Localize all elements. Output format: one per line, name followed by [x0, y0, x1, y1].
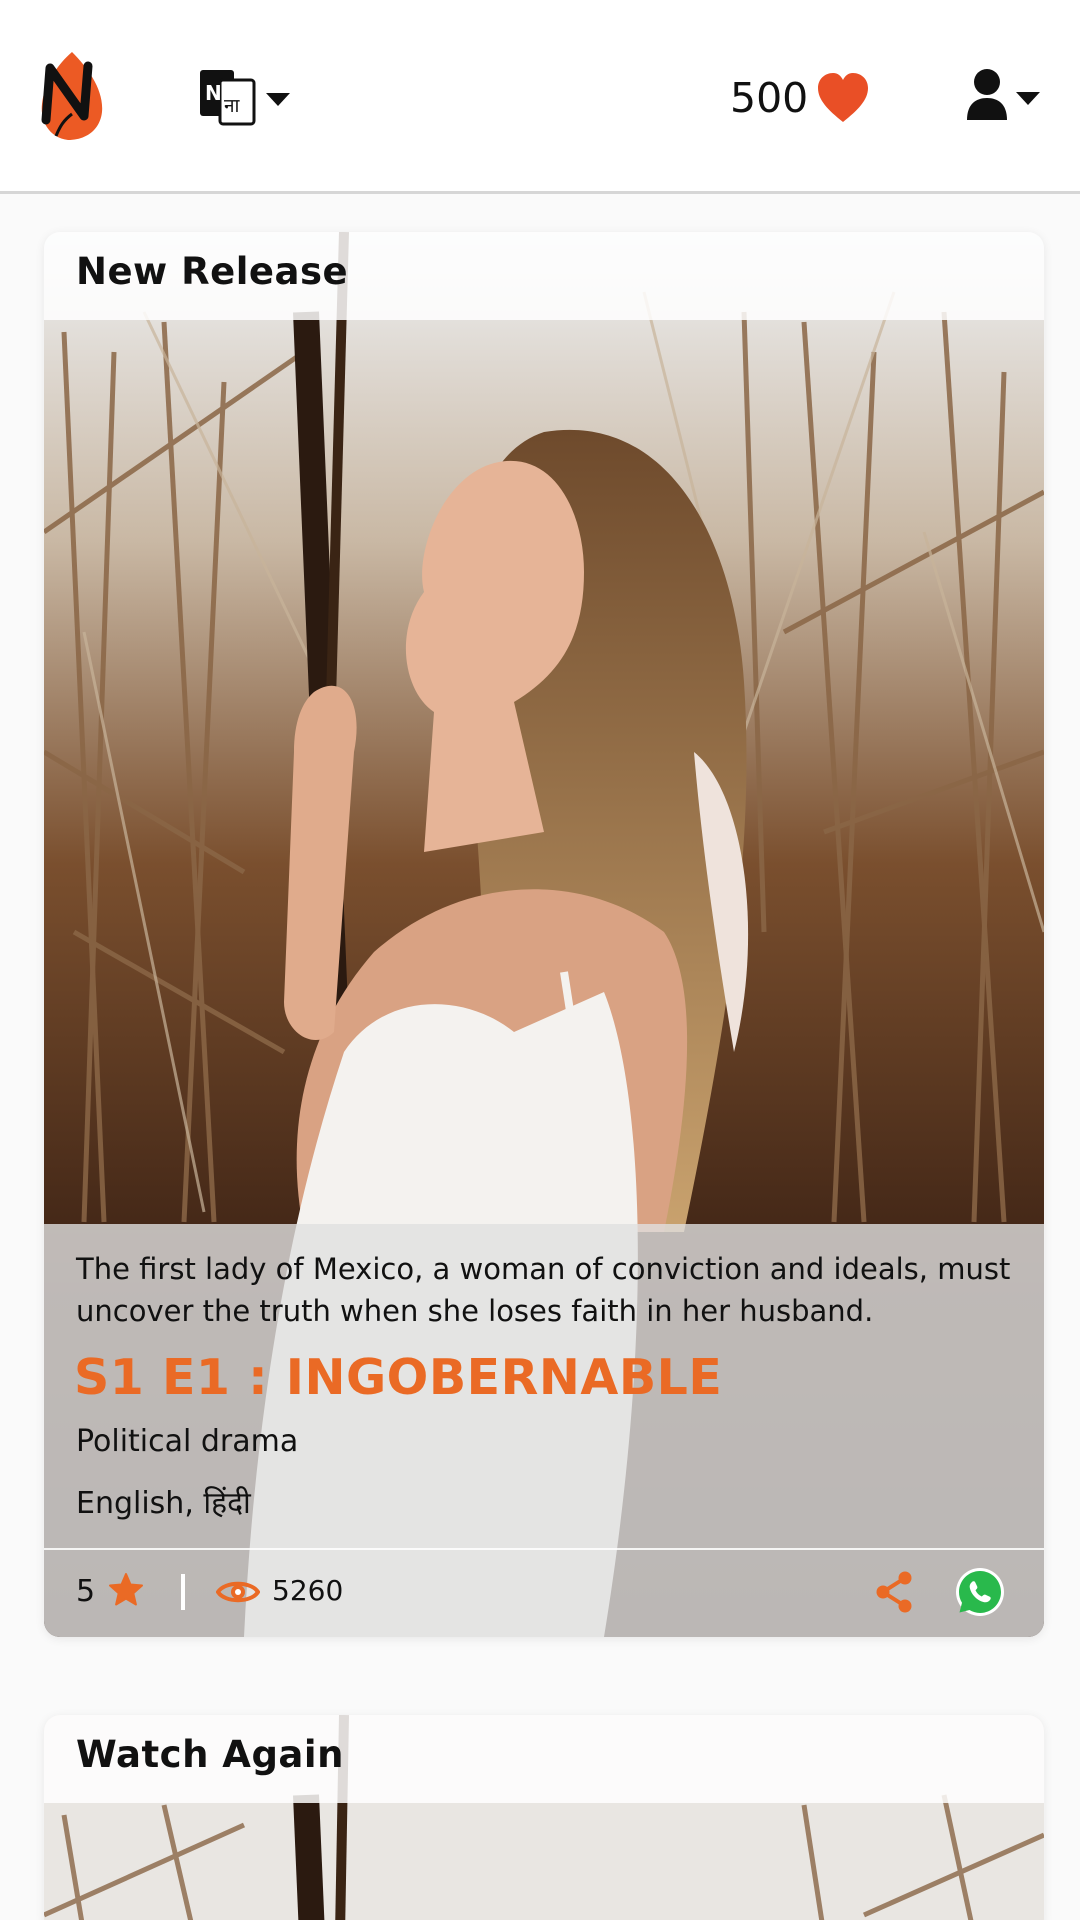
- user-icon: [967, 69, 1007, 120]
- share-icon[interactable]: [874, 1570, 914, 1614]
- watch-again-card[interactable]: Watch Again: [44, 1715, 1044, 1920]
- heart-icon: [818, 73, 868, 122]
- episode-info-panel: The first lady of Mexico, a woman of con…: [44, 1224, 1044, 1637]
- views-count: 5260: [272, 1574, 344, 1607]
- genre-label: Political drama: [76, 1424, 299, 1459]
- card-title-bar: New Release: [44, 232, 1044, 320]
- eye-icon: [216, 1581, 260, 1603]
- rating-value: 5: [76, 1574, 96, 1609]
- svg-text:N: N: [205, 81, 222, 105]
- stats-row: 5 5260: [44, 1550, 1044, 1637]
- new-release-card[interactable]: New Release The first lady of Mexico, a …: [44, 232, 1044, 1637]
- section-title: Watch Again: [76, 1733, 344, 1776]
- section-title: New Release: [76, 250, 349, 293]
- stats-separator: [181, 1574, 185, 1610]
- language-switch-button[interactable]: N ना: [198, 68, 294, 128]
- svg-text:ना: ना: [224, 95, 241, 117]
- card-title-bar: Watch Again: [44, 1715, 1044, 1803]
- user-menu-button[interactable]: [966, 68, 1044, 128]
- language-caret-icon: [266, 93, 290, 106]
- languages-label: English, हिंदी: [76, 1486, 251, 1521]
- app-logo[interactable]: [38, 50, 106, 142]
- star-icon: [109, 1573, 143, 1606]
- coins-count: 500: [730, 74, 809, 122]
- whatsapp-icon[interactable]: [955, 1567, 1005, 1617]
- episode-description: The first lady of Mexico, a woman of con…: [76, 1252, 1011, 1328]
- language-switch-icon: N ना: [200, 70, 256, 126]
- top-app-bar: N ना 500: [0, 0, 1080, 194]
- user-menu-caret-icon: [1016, 92, 1040, 105]
- episode-title[interactable]: S1 E1 : INGOBERNABLE: [74, 1349, 722, 1406]
